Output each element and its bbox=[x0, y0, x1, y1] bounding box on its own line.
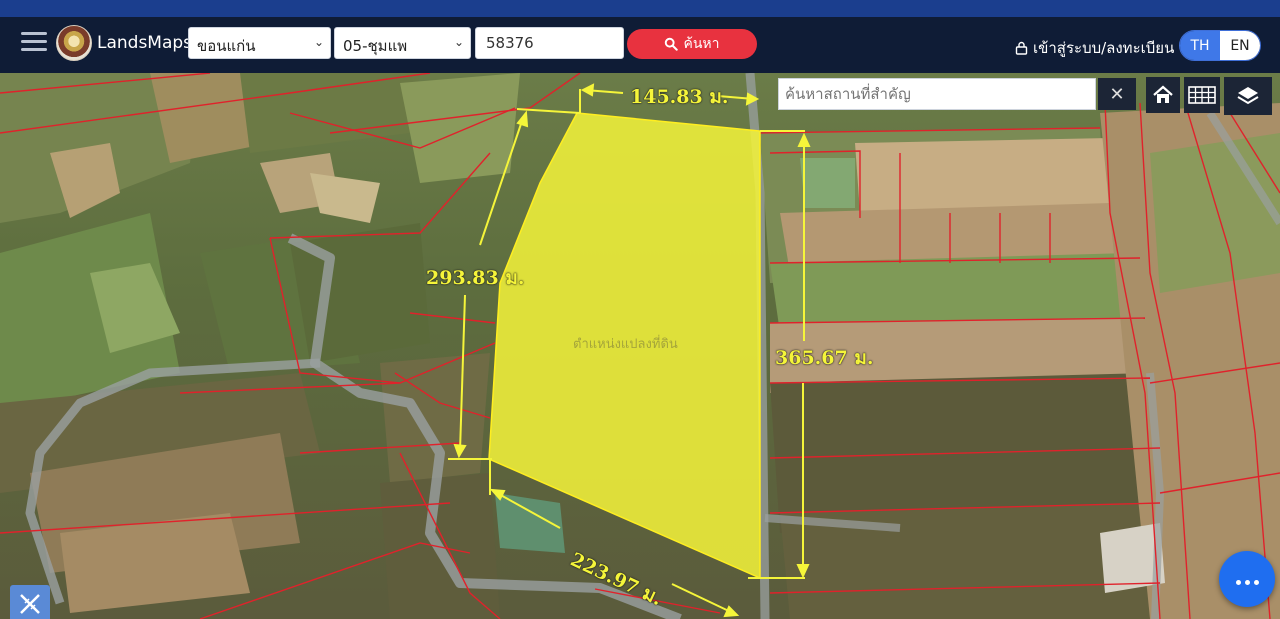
logo-icon bbox=[56, 25, 92, 61]
top-strip bbox=[0, 0, 1280, 17]
more-options-button[interactable] bbox=[1219, 551, 1275, 607]
layers-icon bbox=[1237, 87, 1259, 105]
map-view[interactable]: 145.83 ม. 293.83 ม. 365.67 ม. 223.97 ม. … bbox=[0, 73, 1280, 619]
dimension-left-label: 293.83 ม. bbox=[426, 267, 525, 289]
hamburger-icon[interactable] bbox=[21, 32, 47, 54]
grid-button[interactable] bbox=[1184, 77, 1220, 113]
close-icon: ✕ bbox=[1109, 83, 1125, 105]
brand-name: LandsMaps bbox=[97, 33, 193, 53]
tools-button[interactable] bbox=[10, 585, 50, 619]
place-search-input[interactable] bbox=[778, 78, 1096, 110]
home-button[interactable] bbox=[1146, 77, 1180, 113]
province-value: ขอนแก่น bbox=[197, 37, 256, 55]
parcel-location-label: ตำแหน่งแปลงที่ดิน bbox=[573, 337, 678, 352]
district-value: 05-ชุมแพ bbox=[343, 37, 408, 55]
language-toggle: TH EN bbox=[1179, 30, 1261, 61]
dimension-top-label: 145.83 ม. bbox=[630, 86, 729, 108]
search-icon bbox=[665, 37, 679, 51]
parcel-number-input[interactable] bbox=[475, 27, 624, 59]
lang-th-button[interactable]: TH bbox=[1180, 31, 1220, 60]
tools-icon bbox=[20, 594, 40, 614]
chevron-down-icon: ⌄ bbox=[453, 35, 464, 49]
home-icon bbox=[1153, 85, 1173, 103]
search-button-label: ค้นหา bbox=[683, 36, 720, 52]
district-select[interactable]: 05-ชุมแพ ⌄ bbox=[334, 27, 471, 59]
search-button[interactable]: ค้นหา bbox=[627, 29, 757, 59]
login-link[interactable]: เข้าสู่ระบบ/ลงทะเบียน bbox=[1015, 36, 1174, 60]
chevron-down-icon: ⌄ bbox=[313, 35, 324, 49]
lock-icon bbox=[1015, 41, 1028, 55]
navbar: LandsMaps ขอนแก่น ⌄ 05-ชุมแพ ⌄ ค้นหา เข้… bbox=[0, 17, 1280, 73]
more-icon bbox=[1234, 570, 1261, 589]
province-select[interactable]: ขอนแก่น ⌄ bbox=[188, 27, 331, 59]
grid-icon bbox=[1188, 86, 1216, 104]
clear-search-button[interactable]: ✕ bbox=[1098, 78, 1136, 110]
layers-button[interactable] bbox=[1224, 77, 1272, 115]
login-label: เข้าสู่ระบบ/ลงทะเบียน bbox=[1033, 39, 1175, 57]
dimension-right-label: 365.67 ม. bbox=[775, 347, 874, 369]
lang-en-button[interactable]: EN bbox=[1220, 31, 1260, 60]
